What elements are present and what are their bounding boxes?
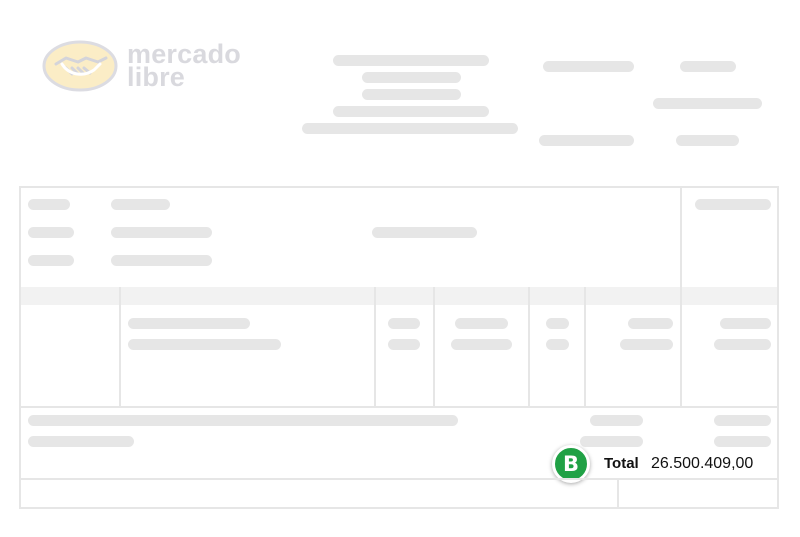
- redacted-line: [676, 135, 739, 146]
- redacted-line: [362, 89, 461, 100]
- brand-logo-word-2: libre: [127, 62, 186, 92]
- redacted-line: [111, 227, 212, 238]
- total-label: Total: [604, 455, 639, 472]
- redacted-line: [546, 318, 569, 329]
- divider: [584, 287, 586, 407]
- redacted-line: [543, 61, 634, 72]
- redacted-line: [28, 199, 70, 210]
- divider: [680, 188, 682, 287]
- redacted-line: [539, 135, 634, 146]
- redacted-line: [680, 61, 736, 72]
- redacted-line: [333, 106, 489, 117]
- redacted-line: [111, 255, 212, 266]
- redacted-line: [720, 318, 771, 329]
- redacted-line: [451, 339, 512, 350]
- redacted-line: [372, 227, 477, 238]
- divider: [528, 287, 530, 407]
- redacted-line: [546, 339, 569, 350]
- total-value: 26.500.409,00: [651, 455, 754, 472]
- redacted-line: [590, 415, 643, 426]
- redacted-line: [620, 339, 673, 350]
- divider: [119, 287, 121, 407]
- redacted-line: [714, 436, 771, 447]
- handshake-icon: [42, 40, 118, 92]
- redacted-line: [653, 98, 762, 109]
- divider: [21, 406, 777, 408]
- redacted-line: [28, 255, 74, 266]
- redacted-line: [580, 436, 643, 447]
- redacted-line: [111, 199, 170, 210]
- redacted-line: [388, 339, 420, 350]
- redacted-line: [28, 415, 458, 426]
- divider: [21, 478, 777, 480]
- divider: [433, 287, 435, 407]
- divider: [680, 287, 682, 407]
- redacted-line: [388, 318, 420, 329]
- redacted-line: [302, 123, 518, 134]
- redacted-line: [455, 318, 508, 329]
- redacted-line: [128, 339, 281, 350]
- redacted-line: [695, 199, 771, 210]
- redacted-line: [28, 227, 74, 238]
- redacted-line: [333, 55, 489, 66]
- redacted-line: [28, 436, 134, 447]
- redacted-line: [628, 318, 673, 329]
- redacted-line: [128, 318, 250, 329]
- table-header-row: [21, 287, 777, 305]
- redacted-line: [714, 339, 771, 350]
- redacted-line: [362, 72, 461, 83]
- brand-logo-text: mercado libre: [127, 36, 257, 92]
- redacted-line: [714, 415, 771, 426]
- divider: [617, 478, 619, 509]
- divider: [374, 287, 376, 407]
